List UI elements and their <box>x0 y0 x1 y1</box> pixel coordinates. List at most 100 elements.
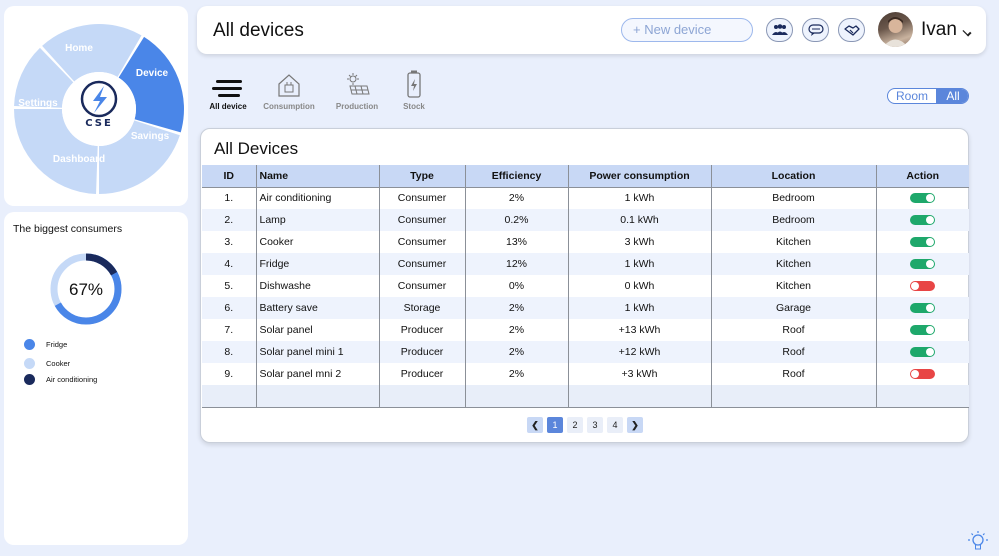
legend-item-cooker: Cooker <box>24 358 70 369</box>
column-header-power-consumption[interactable]: Power consumption <box>567 165 712 188</box>
cell-action <box>875 363 969 385</box>
page-button-2[interactable]: 2 <box>567 417 583 433</box>
device-power-toggle[interactable] <box>910 281 936 292</box>
column-header-id[interactable]: ID <box>202 165 257 188</box>
device-power-toggle[interactable] <box>910 369 936 380</box>
nav-label-home[interactable]: Home <box>65 43 93 54</box>
tab-production[interactable]: Production <box>332 70 382 111</box>
cell-action <box>875 231 969 253</box>
cell-efficiency: 13% <box>464 231 569 253</box>
device-power-toggle[interactable] <box>910 303 936 314</box>
table-row[interactable]: 9. Solar panel mni 2 Producer 2% +3 kWh Roof <box>202 363 969 385</box>
table-row[interactable]: 5. Dishwashe Consumer 0% 0 kWh Kitchen <box>202 275 969 297</box>
table-row[interactable]: 7. Solar panel Producer 2% +13 kWh Roof <box>202 319 969 341</box>
table-row[interactable]: 1. Air conditioning Consumer 2% 1 kWh Bedroom <box>202 187 969 209</box>
cell-empty <box>464 385 569 408</box>
nav-label-dashboard[interactable]: Dashboard <box>53 154 105 165</box>
tab-all-device[interactable]: All device <box>207 70 249 111</box>
cell-name: Air conditioning <box>255 187 380 209</box>
device-power-toggle[interactable] <box>910 193 936 204</box>
tab-consumption[interactable]: Consumption <box>260 70 318 111</box>
device-power-toggle[interactable] <box>910 347 936 358</box>
cell-name: Fridge <box>255 253 380 275</box>
tab-stock[interactable]: Stock <box>398 70 430 111</box>
cell-efficiency: 2% <box>464 319 569 341</box>
table-row[interactable]: 2. Lamp Consumer 0.2% 0.1 kWh Bedroom <box>202 209 969 231</box>
cell-type: Consumer <box>378 275 466 297</box>
svg-text:CSE: CSE <box>85 118 113 129</box>
table-row[interactable]: 6. Battery save Storage 2% 1 kWh Garage <box>202 297 969 319</box>
device-power-toggle[interactable] <box>910 325 936 336</box>
cell-name: Lamp <box>255 209 380 231</box>
cell-efficiency: 2% <box>464 297 569 319</box>
cell-location: Bedroom <box>710 187 877 209</box>
lightbulb-icon[interactable] <box>967 530 989 556</box>
cell-type: Producer <box>378 341 466 363</box>
nav-label-settings[interactable]: Settings <box>18 98 58 109</box>
chat-bubble-icon[interactable] <box>802 18 829 42</box>
cell-empty <box>378 385 466 408</box>
cell-name: Battery save <box>255 297 380 319</box>
cell-power: 3 kWh <box>567 231 712 253</box>
column-header-action[interactable]: Action <box>875 165 969 188</box>
room-all-toggle[interactable]: Room All <box>887 88 969 104</box>
cell-id: 8. <box>202 341 257 363</box>
cell-efficiency: 0% <box>464 275 569 297</box>
handshake-icon[interactable] <box>838 18 865 42</box>
avatar[interactable] <box>878 12 913 47</box>
page-button-1[interactable]: 1 <box>547 417 563 433</box>
group-icon[interactable] <box>766 18 793 42</box>
cell-action <box>875 341 969 363</box>
cell-power: +12 kWh <box>567 341 712 363</box>
cell-type: Consumer <box>378 187 466 209</box>
cell-id: 4. <box>202 253 257 275</box>
cell-id: 9. <box>202 363 257 385</box>
cell-name: Solar panel mini 1 <box>255 341 380 363</box>
cell-location: Garage <box>710 297 877 319</box>
cell-type: Producer <box>378 319 466 341</box>
column-header-location[interactable]: Location <box>710 165 877 188</box>
cell-type: Consumer <box>378 231 466 253</box>
table-row[interactable]: 3. Cooker Consumer 13% 3 kWh Kitchen <box>202 231 969 253</box>
cell-id: 1. <box>202 187 257 209</box>
table-row[interactable]: 8. Solar panel mini 1 Producer 2% +12 kWh Roo… <box>202 341 969 363</box>
nav-wheel: Home Device Savings Dashboard Settings CSE <box>14 23 185 194</box>
prev-page-button[interactable]: ❮ <box>527 417 543 433</box>
next-page-button[interactable]: ❯ <box>627 417 643 433</box>
device-power-toggle[interactable] <box>910 215 936 226</box>
list-icon <box>207 70 249 98</box>
battery-icon <box>398 70 430 98</box>
new-device-button[interactable]: + New device <box>621 18 753 42</box>
cell-type: Consumer <box>378 253 466 275</box>
cell-name: Cooker <box>255 231 380 253</box>
column-header-name[interactable]: Name <box>255 165 380 188</box>
page-title: All devices <box>213 20 304 41</box>
house-plug-icon <box>260 70 318 98</box>
legend-dot <box>24 339 35 350</box>
column-header-efficiency[interactable]: Efficiency <box>464 165 569 188</box>
table-row[interactable]: 4. Fridge Consumer 12% 1 kWh Kitchen <box>202 253 969 275</box>
column-header-type[interactable]: Type <box>378 165 466 188</box>
cell-type: Producer <box>378 363 466 385</box>
toggle-option-room[interactable]: Room <box>888 89 936 103</box>
cell-power: +3 kWh <box>567 363 712 385</box>
device-power-toggle[interactable] <box>910 237 936 248</box>
page-button-3[interactable]: 3 <box>587 417 603 433</box>
header-bar: All devices + New device Ivan <box>197 6 986 54</box>
user-name[interactable]: Ivan <box>921 19 957 41</box>
cell-id: 3. <box>202 231 257 253</box>
chevron-down-icon[interactable] <box>962 27 972 37</box>
cell-action <box>875 275 969 297</box>
cell-location: Kitchen <box>710 253 877 275</box>
cell-power: 0 kWh <box>567 275 712 297</box>
nav-label-device[interactable]: Device <box>136 68 169 79</box>
donut-percent-label: 67% <box>68 280 104 299</box>
page-button-4[interactable]: 4 <box>607 417 623 433</box>
devices-card: All Devices ID Name Type Efficiency Power co… <box>200 128 969 443</box>
cell-type: Consumer <box>378 209 466 231</box>
device-power-toggle[interactable] <box>910 259 936 270</box>
cell-location: Bedroom <box>710 209 877 231</box>
nav-label-savings[interactable]: Savings <box>131 131 170 142</box>
toggle-option-all[interactable]: All <box>936 89 968 103</box>
cell-power: 1 kWh <box>567 297 712 319</box>
